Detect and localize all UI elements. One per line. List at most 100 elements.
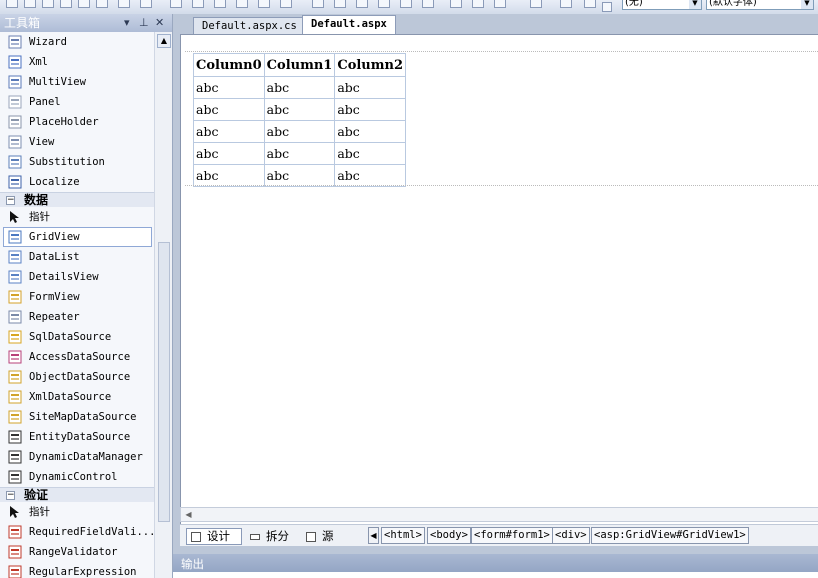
substitution-icon (8, 155, 23, 169)
toolbox-item-xml[interactable]: Xml (0, 52, 155, 72)
toolbar-icon[interactable] (450, 0, 462, 8)
scroll-left-icon[interactable]: ◀ (183, 509, 194, 520)
toolbox-item-wizard[interactable]: Wizard (0, 32, 155, 52)
toolbox-item-formview[interactable]: FormView (0, 287, 155, 307)
toolbox-item-multiview[interactable]: MultiView (0, 72, 155, 92)
pointer-icon (8, 505, 23, 519)
split-view-button[interactable]: 拆分 (246, 528, 298, 545)
toolbar-icon[interactable] (192, 0, 204, 8)
gridview-cell: abc (263, 164, 336, 187)
toolbar-icon[interactable] (236, 0, 248, 8)
breadcrumb-item-form[interactable]: <form#form1> (471, 527, 553, 544)
toolbox-item-view[interactable]: View (0, 132, 155, 152)
toolbar-overflow-icon[interactable] (602, 2, 612, 12)
dropdown-icon[interactable]: ▾ (124, 14, 130, 32)
toolbox-item-dynamiccontrol[interactable]: DynamicControl (0, 467, 155, 487)
tab-default-aspx-cs[interactable]: Default.aspx.cs (193, 17, 306, 34)
toolbar-icon[interactable] (584, 0, 596, 8)
breadcrumb-back-icon[interactable]: ◀ (368, 527, 379, 544)
tab-default-aspx[interactable]: Default.aspx (302, 15, 396, 34)
output-panel-body (173, 572, 818, 578)
toolbar-icon[interactable] (214, 0, 226, 8)
toolbox-item-datalist[interactable]: DataList (0, 247, 155, 267)
column-header: Column1 (263, 53, 336, 77)
pin-icon[interactable]: ⊥ (139, 14, 149, 32)
collapse-icon[interactable]: − (6, 490, 15, 500)
toolbox-item-repeater[interactable]: Repeater (0, 307, 155, 327)
toolbox-item-指针[interactable]: 指针 (0, 207, 155, 227)
toolbar-icon[interactable] (78, 0, 90, 8)
close-icon[interactable]: ✕ (155, 14, 164, 32)
toolbox-item-rangevalidator[interactable]: RangeValidator (0, 542, 155, 562)
design-view-button[interactable]: 设计 (186, 528, 242, 545)
scroll-up-icon[interactable]: ▲ (157, 34, 171, 48)
toolbar-icon[interactable] (560, 0, 572, 8)
toolbar-icon[interactable] (60, 0, 72, 8)
toolbar-icon[interactable] (24, 0, 36, 8)
chevron-down-icon[interactable]: ▼ (801, 0, 813, 9)
formview-icon (8, 290, 23, 304)
gridview-cell: abc (193, 164, 265, 187)
toolbar-icon[interactable] (170, 0, 182, 8)
toolbox-category[interactable]: − 数据 (0, 192, 155, 207)
style-combo[interactable]: (无) ▼ (622, 0, 702, 10)
toolbar-icon[interactable] (422, 0, 434, 8)
toolbox-item-label: DynamicControl (29, 471, 118, 483)
scrollbar-thumb[interactable] (158, 242, 170, 522)
toolbox-item-detailsview[interactable]: DetailsView (0, 267, 155, 287)
breadcrumb-item-gridview[interactable]: <asp:GridView#GridView1> (591, 527, 749, 544)
toolbox-category[interactable]: − 验证 (0, 487, 155, 502)
toolbar-icon[interactable] (400, 0, 412, 8)
toolbox-item-regularexpression[interactable]: RegularExpression (0, 562, 155, 578)
toolbar-icon[interactable] (42, 0, 54, 8)
breadcrumb-item-body[interactable]: <body> (427, 527, 471, 544)
toolbox-item-localize[interactable]: Localize (0, 172, 155, 192)
toolbox-item-placeholder[interactable]: PlaceHolder (0, 112, 155, 132)
toolbox-item-label: Xml (29, 56, 48, 68)
xml-icon (8, 55, 23, 69)
chevron-down-icon[interactable]: ▼ (689, 0, 701, 9)
gridview-cell: abc (334, 120, 407, 143)
toolbar-icon[interactable] (378, 0, 390, 8)
toolbox-item-label: Substitution (29, 156, 105, 168)
toolbox-item-dynamicdatamanager[interactable]: DynamicDataManager (0, 447, 155, 467)
toolbox-item-requiredfieldvali-[interactable]: RequiredFieldVali... (0, 522, 155, 542)
toolbar-icon[interactable] (118, 0, 130, 8)
breadcrumb-item-div[interactable]: <div> (552, 527, 590, 544)
toolbar-icon[interactable] (494, 0, 506, 8)
toolbox-item-accessdatasource[interactable]: AccessDataSource (0, 347, 155, 367)
design-view-icon (191, 531, 201, 542)
design-view-label: 设计 (207, 529, 230, 543)
toolbox-item-sqldatasource[interactable]: SqlDataSource (0, 327, 155, 347)
design-surface[interactable]: Column0 Column1 Column2 abc abc abc abc abc a… (180, 34, 818, 525)
toolbar-icon[interactable] (472, 0, 484, 8)
toolbox-item-sitemapdatasource[interactable]: SiteMapDataSource (0, 407, 155, 427)
toolbox-item-xmldatasource[interactable]: XmlDataSource (0, 387, 155, 407)
toolbar-icon[interactable] (312, 0, 324, 8)
toolbox-item-substitution[interactable]: Substitution (0, 152, 155, 172)
toolbar-icon[interactable] (280, 0, 292, 8)
font-combo-value: (默认字体) (709, 0, 757, 8)
toolbox-item-panel[interactable]: Panel (0, 92, 155, 112)
toolbar-icon[interactable] (140, 0, 152, 8)
toolbar-icon[interactable] (334, 0, 346, 8)
toolbar-icon[interactable] (530, 0, 542, 8)
source-view-button[interactable]: 源 (302, 528, 342, 545)
toolbar-icon[interactable] (356, 0, 368, 8)
toolbox-item-指针[interactable]: 指针 (0, 502, 155, 522)
toolbox-item-label: DynamicDataManager (29, 451, 143, 463)
gridview[interactable]: Column0 Column1 Column2 abc abc abc abc abc a… (193, 53, 407, 187)
toolbox-item-entitydatasource[interactable]: EntityDataSource (0, 427, 155, 447)
toolbox-scrollbar[interactable]: ▲ (154, 32, 172, 578)
toolbar-icon[interactable] (6, 0, 18, 8)
breadcrumb-item-html[interactable]: <html> (381, 527, 425, 544)
gridview-cell: abc (193, 76, 265, 99)
split-view-icon (250, 533, 260, 540)
toolbar-icon[interactable] (258, 0, 270, 8)
toolbox-item-gridview[interactable]: GridView (3, 227, 152, 247)
toolbox-item-objectdatasource[interactable]: ObjectDataSource (0, 367, 155, 387)
horizontal-scrollbar[interactable]: ◀ (180, 507, 818, 522)
font-combo[interactable]: (默认字体) ▼ (706, 0, 814, 10)
toolbar-icon[interactable] (96, 0, 108, 8)
collapse-icon[interactable]: − (6, 195, 15, 205)
